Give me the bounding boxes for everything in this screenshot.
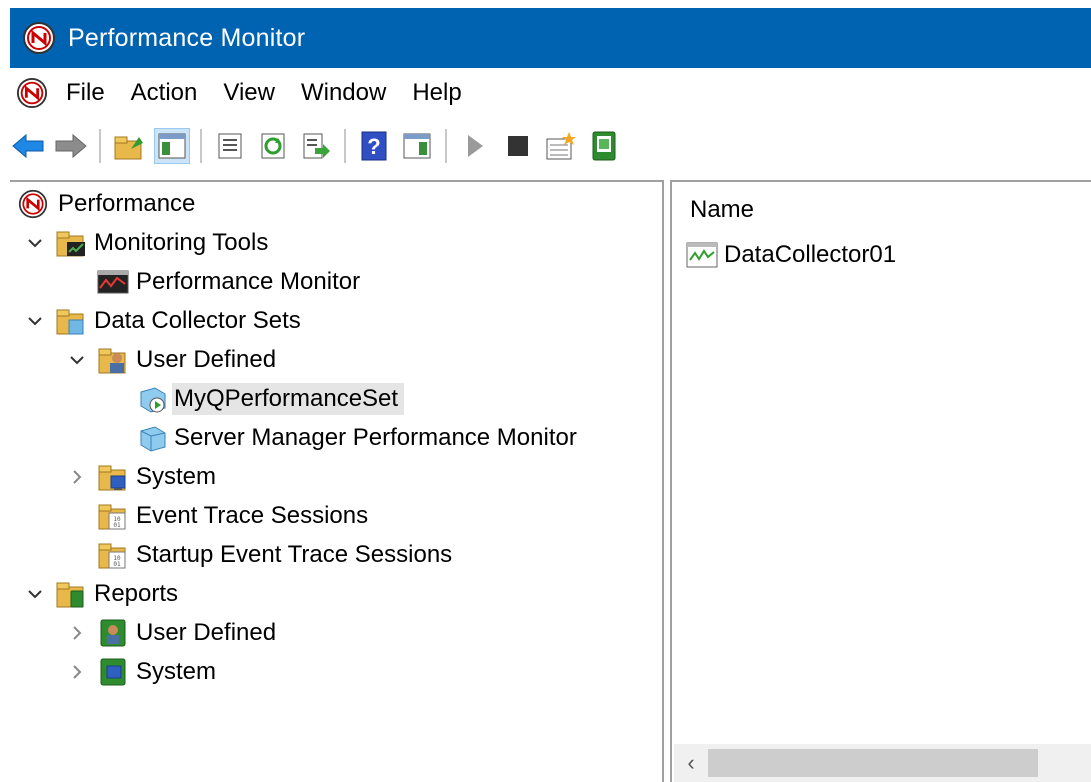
title-bar: Performance Monitor <box>10 8 1091 68</box>
stop-button[interactable] <box>500 128 536 164</box>
menu-view[interactable]: View <box>223 75 275 111</box>
tree-node-reports-user-defined[interactable]: User Defined <box>66 615 276 651</box>
tree-label: Performance <box>58 190 196 217</box>
chevron-right-icon[interactable] <box>66 625 88 641</box>
monitoring-tools-folder-icon <box>54 226 88 260</box>
list-item[interactable]: DataCollector01 <box>686 240 896 270</box>
window-title: Performance Monitor <box>68 23 306 52</box>
performance-monitor-app-icon <box>23 22 55 54</box>
startup-event-trace-folder-icon: 10 01 <box>96 538 130 572</box>
tree-node-monitoring-tools[interactable]: Monitoring Tools <box>24 225 268 261</box>
list-item-label: DataCollector01 <box>724 241 897 268</box>
results-pane[interactable]: Name DataCollector01 ‹ <box>670 180 1091 782</box>
data-collector-set-icon <box>136 421 170 455</box>
data-collector-set-running-icon <box>136 382 170 416</box>
new-button[interactable] <box>543 128 579 164</box>
refresh-button[interactable] <box>255 128 291 164</box>
properties-button[interactable] <box>212 128 248 164</box>
system-folder-icon <box>96 460 130 494</box>
tree-label: MyQPerformanceSet <box>172 383 405 415</box>
show-hide-action-pane-button[interactable] <box>399 128 435 164</box>
up-folder-icon <box>114 136 143 160</box>
tree-label: Performance Monitor <box>136 268 361 295</box>
menu-action[interactable]: Action <box>131 75 198 111</box>
tree-node-system[interactable]: System <box>66 459 216 495</box>
tree-label: Data Collector Sets <box>94 307 301 334</box>
tree-node-performance[interactable]: Performance <box>16 186 195 222</box>
tree-node-reports-system[interactable]: System <box>66 654 216 690</box>
menu-help[interactable]: Help <box>412 75 461 111</box>
toolbar: ? <box>10 118 1091 174</box>
tree-node-myqperformanceset[interactable]: MyQPerformanceSet <box>136 381 405 417</box>
tree-label: User Defined <box>136 346 277 373</box>
help-button[interactable]: ? <box>356 128 392 164</box>
tree-node-startup-event-trace-sessions[interactable]: 10 01 Startup Event Trace Sessions <box>96 537 452 573</box>
tree-node-performance-monitor[interactable]: Performance Monitor <box>96 264 360 300</box>
up-one-level-button[interactable] <box>111 128 147 164</box>
tree-label: Event Trace Sessions <box>136 502 369 529</box>
scroll-left-icon[interactable]: ‹ <box>674 750 708 776</box>
menu-window[interactable]: Window <box>301 75 386 111</box>
show-hide-action-pane-icon <box>403 133 431 159</box>
reports-system-icon <box>96 655 130 689</box>
export-list-icon <box>303 133 330 159</box>
help-icon: ? <box>361 131 387 161</box>
performance-icon <box>16 187 50 221</box>
tree-node-data-collector-sets[interactable]: Data Collector Sets <box>24 303 301 339</box>
data-collector-sets-folder-icon <box>54 304 88 338</box>
forward-button[interactable] <box>53 128 89 164</box>
menu-bar: File Action View Window Help <box>10 68 1091 118</box>
tree-label: System <box>136 658 217 685</box>
start-button[interactable] <box>457 128 493 164</box>
chevron-right-icon[interactable] <box>66 469 88 485</box>
tree-node-user-defined[interactable]: User Defined <box>66 342 276 378</box>
new-icon <box>546 132 576 160</box>
user-defined-folder-icon <box>96 343 130 377</box>
tree-label: Monitoring Tools <box>94 229 269 256</box>
tree-label: Startup Event Trace Sessions <box>136 541 453 568</box>
toolbar-separator <box>344 129 346 163</box>
toolbar-separator <box>99 129 101 163</box>
data-collector-set-button[interactable] <box>586 128 622 164</box>
event-trace-folder-icon: 10 01 <box>96 499 130 533</box>
reports-folder-icon <box>54 577 88 611</box>
chevron-right-icon[interactable] <box>66 664 88 680</box>
export-list-button[interactable] <box>298 128 334 164</box>
refresh-icon <box>261 133 285 159</box>
tree-node-reports[interactable]: Reports <box>24 576 178 612</box>
tree-label: Server Manager Performance Monitor <box>174 424 577 451</box>
svg-text:01: 01 <box>113 561 121 568</box>
chevron-down-icon[interactable] <box>66 354 88 366</box>
console-tree-pane[interactable]: Performance Monitoring Tools Performance… <box>10 180 664 782</box>
toolbar-separator <box>200 129 202 163</box>
chevron-down-icon[interactable] <box>24 588 46 600</box>
stop-icon <box>508 136 528 156</box>
svg-text:?: ? <box>367 134 380 159</box>
start-icon <box>468 135 483 157</box>
performance-monitor-chart-icon <box>96 265 130 299</box>
data-collector-set-icon <box>592 131 616 161</box>
horizontal-scrollbar[interactable]: ‹ <box>674 744 1091 782</box>
chevron-down-icon[interactable] <box>24 237 46 249</box>
back-arrow-icon <box>12 133 44 159</box>
back-button[interactable] <box>10 128 46 164</box>
chevron-down-icon[interactable] <box>24 315 46 327</box>
tree-label: User Defined <box>136 619 277 646</box>
tree-node-event-trace-sessions[interactable]: 10 01 Event Trace Sessions <box>96 498 368 534</box>
performance-counter-icon <box>686 240 720 270</box>
menu-file[interactable]: File <box>66 75 105 111</box>
forward-arrow-icon <box>55 133 87 159</box>
tree-label: Reports <box>94 580 179 607</box>
tree-node-server-manager-performance-monitor[interactable]: Server Manager Performance Monitor <box>136 420 577 456</box>
show-hide-tree-icon <box>158 133 186 159</box>
column-header-name[interactable]: Name <box>690 196 754 224</box>
svg-text:01: 01 <box>113 522 121 529</box>
system-menu-icon[interactable] <box>16 77 48 109</box>
toolbar-separator <box>445 129 447 163</box>
scrollbar-thumb[interactable] <box>708 749 1038 777</box>
reports-user-defined-icon <box>96 616 130 650</box>
tree-label: System <box>136 463 217 490</box>
properties-icon <box>218 133 242 159</box>
show-hide-console-tree-button[interactable] <box>154 128 190 164</box>
